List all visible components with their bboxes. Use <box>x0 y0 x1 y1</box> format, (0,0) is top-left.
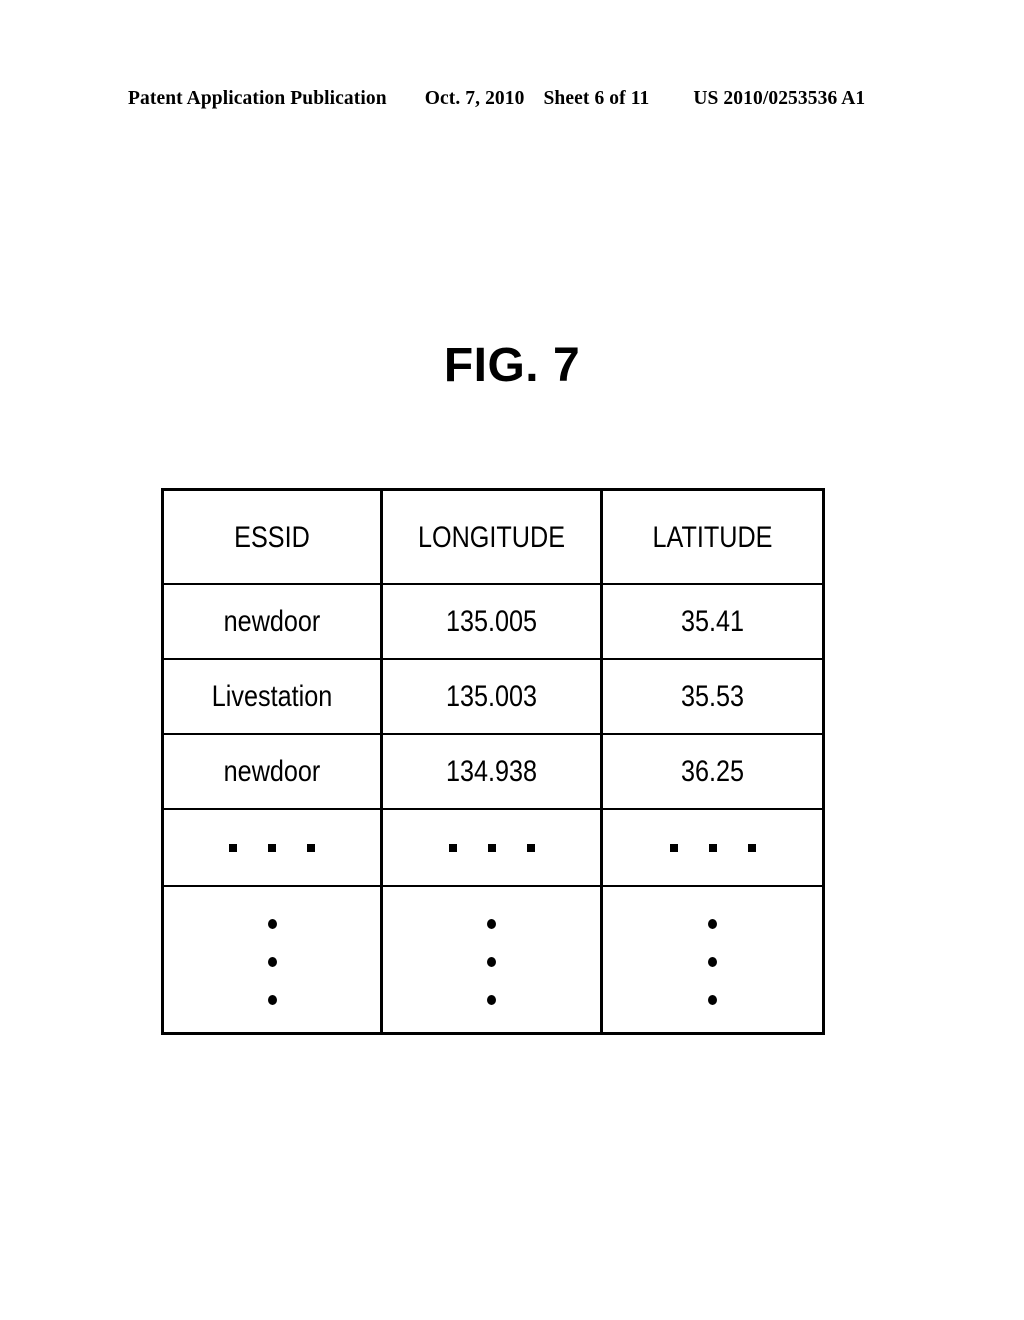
vertical-ellipsis-icon <box>383 915 600 1005</box>
cell-latitude-value: 36.25 <box>680 755 745 788</box>
table-row-horizontal-ellipsis <box>162 809 824 887</box>
cell-longitude-value: 134.938 <box>445 755 538 788</box>
horizontal-ellipsis-icon <box>164 843 380 852</box>
cell-longitude-value: 135.005 <box>445 605 538 638</box>
access-point-location-table: ESSID LONGITUDE LATITUDE newdoor 135.005 <box>161 488 825 1035</box>
cell-essid-ellipsis <box>162 809 383 887</box>
table-header-row: ESSID LONGITUDE LATITUDE <box>162 489 824 585</box>
vertical-ellipsis-icon <box>603 915 822 1005</box>
horizontal-ellipsis-icon <box>603 843 822 852</box>
cell-longitude-ellipsis <box>381 809 603 887</box>
column-header-latitude: LATITUDE <box>601 489 824 585</box>
table-row-vertical-ellipsis <box>162 886 824 1034</box>
cell-latitude-value: 35.53 <box>680 680 745 713</box>
cell-longitude-continuation <box>381 886 603 1034</box>
column-header-latitude-label: LATITUDE <box>652 520 773 554</box>
sheet-indicator: Sheet 6 of 11 <box>543 88 650 109</box>
table-row: newdoor 134.938 36.25 <box>162 734 824 810</box>
cell-longitude: 135.005 <box>381 584 603 660</box>
horizontal-ellipsis-icon <box>383 843 600 852</box>
cell-essid: newdoor <box>162 734 383 810</box>
column-header-longitude: LONGITUDE <box>381 489 603 585</box>
cell-essid: newdoor <box>162 584 383 660</box>
cell-essid-continuation <box>162 886 383 1034</box>
table-row: Livestation 135.003 35.53 <box>162 659 824 735</box>
patent-figure-page: Patent Application Publication Oct. 7, 2… <box>0 0 1024 1320</box>
cell-latitude: 35.41 <box>601 584 824 660</box>
cell-essid-value: Livestation <box>211 680 333 713</box>
cell-latitude: 35.53 <box>601 659 824 735</box>
cell-latitude-continuation <box>602 886 824 1034</box>
cell-essid-value: newdoor <box>223 605 321 638</box>
figure-table-container: ESSID LONGITUDE LATITUDE newdoor 135.005 <box>161 488 825 1035</box>
column-header-longitude-label: LONGITUDE <box>417 520 566 554</box>
cell-longitude: 134.938 <box>381 734 603 810</box>
figure-title: FIG. 7 <box>443 339 581 392</box>
cell-latitude: 36.25 <box>601 734 824 810</box>
publication-number: US 2010/0253536 A1 <box>693 88 866 109</box>
cell-essid-value: newdoor <box>223 755 321 788</box>
cell-latitude-value: 35.41 <box>680 605 745 638</box>
cell-longitude: 135.003 <box>381 659 603 735</box>
cell-essid: Livestation <box>162 659 383 735</box>
cell-latitude-ellipsis <box>601 809 824 887</box>
cell-longitude-value: 135.003 <box>445 680 538 713</box>
table-row: newdoor 135.005 35.41 <box>162 584 824 660</box>
publication-label: Patent Application Publication <box>128 88 387 109</box>
vertical-ellipsis-icon <box>164 915 380 1005</box>
column-header-essid-label: ESSID <box>234 520 310 554</box>
publication-date: Oct. 7, 2010 <box>424 88 525 109</box>
column-header-essid: ESSID <box>162 489 383 585</box>
publication-running-header: Patent Application Publication Oct. 7, 2… <box>128 88 896 116</box>
